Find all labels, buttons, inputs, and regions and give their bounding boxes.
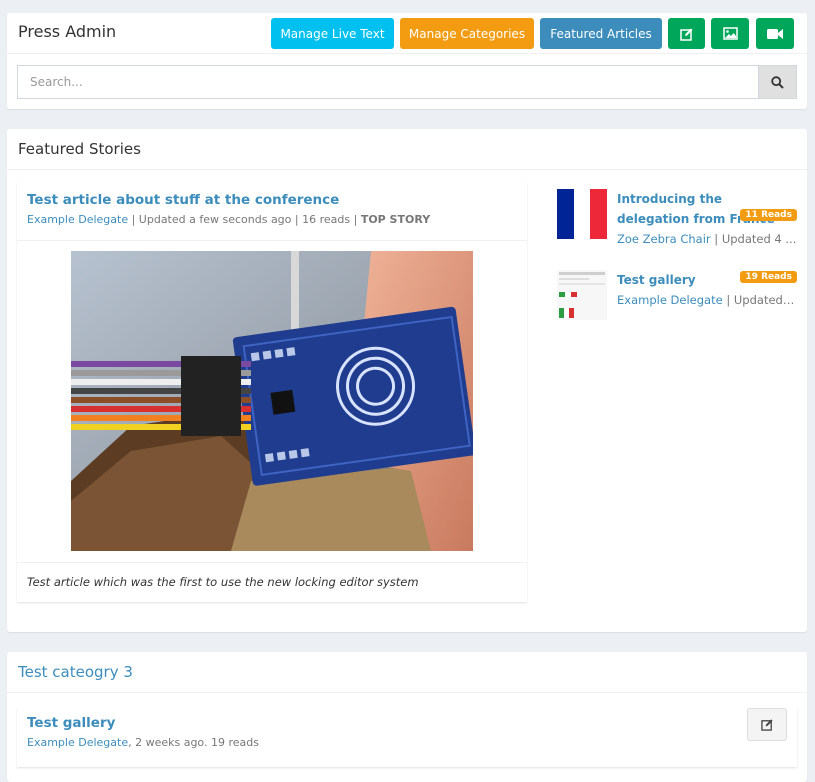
meta-separator: | [353,213,361,226]
edit-icon [679,28,692,41]
featured-item-author[interactable]: Example Delegate [617,293,723,307]
featured-item-updated: Updated 4 ... [721,232,797,246]
featured-item-updated: Updated ... [733,293,797,307]
top-story-tag: TOP STORY [360,213,431,226]
manage-live-text-button[interactable]: Manage Live Text [271,18,394,49]
featured-articles-button[interactable]: Featured Articles [540,18,662,49]
top-story-updated: Updated a few seconds ago [138,213,292,226]
header-divider [7,53,807,54]
top-story-meta: Example Delegate | Updated a few seconds… [27,213,430,226]
featured-item-author[interactable]: Zoe Zebra Chair [617,232,711,246]
top-story-image[interactable] [71,251,473,551]
manage-categories-button[interactable]: Manage Categories [400,18,534,49]
featured-item[interactable]: Introducing the delegation from France 1… [557,189,797,246]
featured-item-meta: Zoe Zebra Chair | Updated 4 ... [617,232,797,246]
article-author[interactable]: Example Delegate [27,736,128,749]
edit-icon [760,719,773,731]
top-story-card: Test article about stuff at the conferen… [17,182,527,602]
new-article-button[interactable] [668,18,705,49]
card-divider [17,240,527,241]
category-panel: Test cateogry 3 Test gallery Example Del… [7,652,807,782]
article-card: Test gallery Example Delegate, 2 weeks a… [17,707,797,767]
new-gallery-button[interactable] [711,18,749,49]
featured-item-meta: Example Delegate | Updated ... [617,293,797,307]
video-icon [767,28,783,39]
meta-separator: | [714,232,722,246]
reads-badge: 19 Reads [740,271,797,283]
search-input[interactable] [18,66,758,98]
reads-badge: 11 Reads [740,209,797,221]
panel-divider [7,692,807,693]
edit-article-button[interactable] [747,708,787,741]
new-video-button[interactable] [756,18,794,49]
app-title: Press Admin [18,22,117,41]
card-divider [17,562,527,563]
article-info: , 2 weeks ago. 19 reads [128,736,259,749]
image-icon [722,27,738,40]
featured-item[interactable]: Test gallery 19 Reads Example Delegate |… [557,270,797,324]
gallery-thumbnail [557,270,607,320]
search-icon [771,75,784,89]
featured-stories-panel: Featured Stories Test article about stuf… [7,129,807,632]
panel-divider [7,169,807,170]
header-panel: Press Admin Manage Live Text Manage Cate… [7,13,807,109]
search-button[interactable] [758,66,796,98]
article-title[interactable]: Test gallery [27,715,115,731]
meta-separator: | [726,293,734,307]
article-meta: Example Delegate, 2 weeks ago. 19 reads [27,736,259,749]
category-title[interactable]: Test cateogry 3 [18,663,133,681]
search-box [17,65,797,99]
featured-stories-title: Featured Stories [18,140,141,158]
top-story-title[interactable]: Test article about stuff at the conferen… [27,192,339,208]
top-story-summary: Test article which was the first to use … [27,575,419,589]
france-flag-thumbnail [557,189,607,239]
meta-separator: | [131,213,139,226]
top-story-author[interactable]: Example Delegate [27,213,128,226]
top-story-reads: 16 reads [302,213,351,226]
